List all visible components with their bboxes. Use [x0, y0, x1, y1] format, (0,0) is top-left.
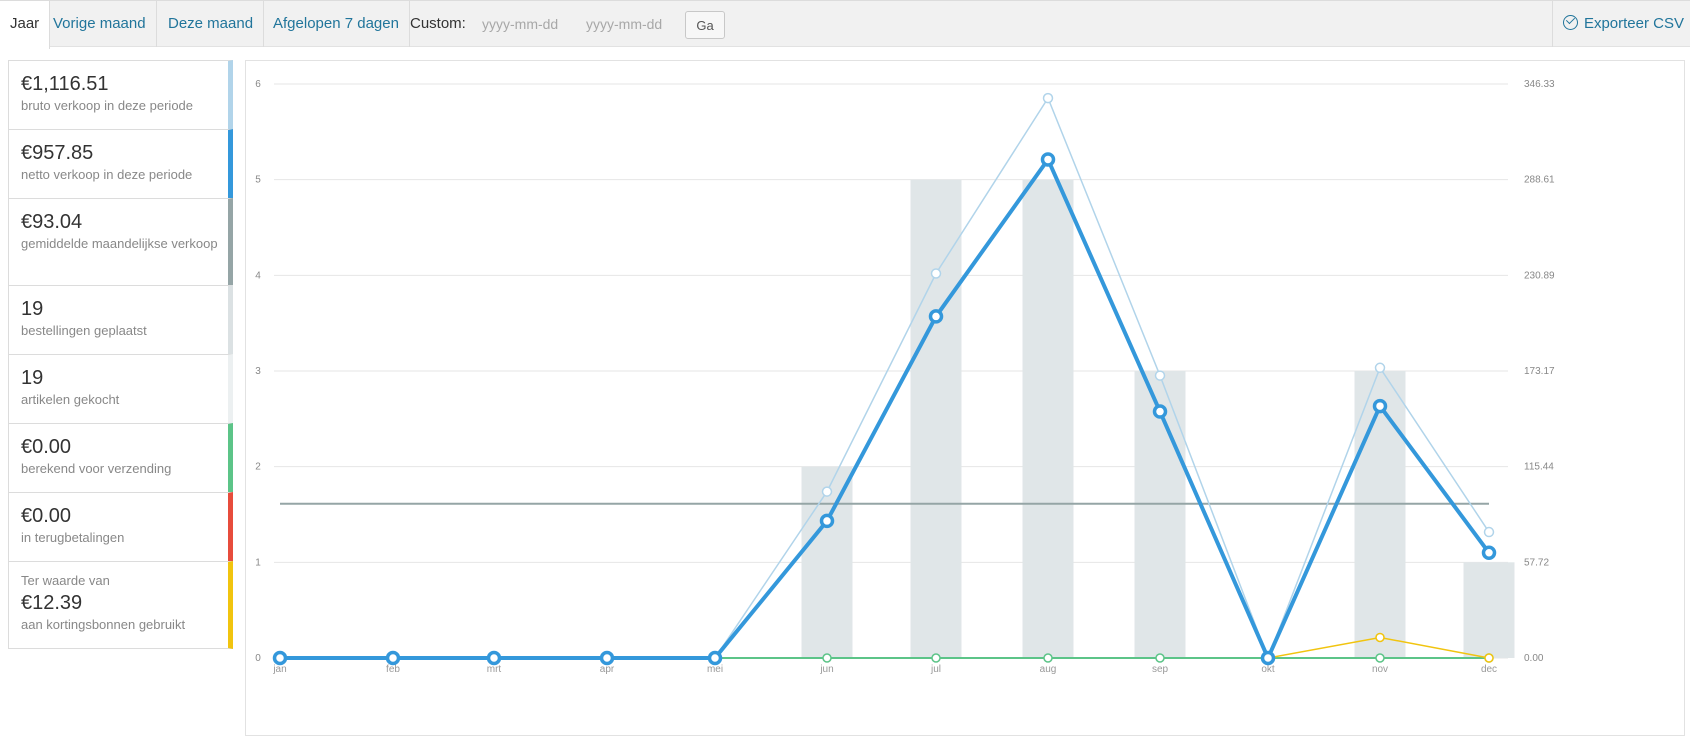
legend-amount: €0.00 — [21, 505, 72, 527]
data-point — [819, 513, 835, 529]
data-point — [599, 650, 615, 666]
download-icon — [1562, 15, 1578, 30]
legend-amount: €1,116.51 — [21, 73, 109, 95]
end-date-input[interactable] — [582, 11, 678, 37]
legend-amount: 19 — [21, 367, 44, 389]
data-point — [1375, 632, 1385, 643]
data-point — [1483, 526, 1495, 538]
legend-amount: 19 — [21, 298, 44, 320]
series-line — [280, 155, 1491, 663]
custom-range: Custom: — [410, 1, 466, 47]
tab-this-month[interactable]: Deze maand — [158, 1, 265, 47]
legend-amount: €93.04 — [21, 211, 83, 233]
left-axis-tick-label: 4 — [255, 270, 261, 281]
report-range-bar: Jaar Vorige maand Deze maand Afgelopen 7… — [0, 0, 1690, 49]
legend-description: artikelen gekocht — [21, 392, 120, 407]
data-point — [707, 650, 723, 666]
right-axis-tick-label: 346.33 — [1524, 79, 1555, 90]
legend-description: berekend voor verzending — [21, 461, 172, 476]
legend-description: netto verkoop in deze periode — [21, 167, 193, 182]
start-date-input[interactable] — [478, 11, 574, 37]
custom-label: Custom: — [410, 15, 466, 32]
x-axis-tick-label: sep — [1152, 664, 1169, 675]
legend-description: in terugbetalingen — [21, 530, 125, 545]
data-point — [1260, 650, 1276, 666]
data-point — [1372, 398, 1388, 414]
x-axis-tick-label: jan — [272, 664, 286, 675]
bar — [1022, 179, 1074, 658]
x-axis-tick-label: mrt — [487, 664, 502, 675]
tab-previous-month[interactable]: Vorige maand — [43, 1, 157, 47]
x-axis-tick-label: mei — [707, 664, 723, 675]
legend-shipping-charged[interactable]: €0.00 berekend voor verzending — [8, 423, 233, 492]
left-axis-tick-label: 5 — [255, 175, 261, 186]
tab-last-7-days[interactable]: Afgelopen 7 dagen — [263, 1, 410, 47]
data-point — [1375, 653, 1385, 663]
data-point — [1374, 362, 1386, 374]
left-axis-tick-label: 6 — [255, 79, 261, 90]
left-axis-tick-label: 2 — [255, 462, 261, 473]
bar — [1463, 562, 1515, 658]
legend-prefix: Ter waarde van — [21, 573, 110, 588]
legend-net-sales[interactable]: €957.85 netto verkoop in deze periode — [8, 129, 233, 198]
data-point — [1152, 404, 1168, 419]
data-point — [1040, 152, 1056, 167]
data-point — [1154, 370, 1166, 381]
legend-refunds[interactable]: €0.00 in terugbetalingen — [8, 492, 233, 561]
sales-chart-svg: 0 1 2 3 4 5 6 0.00 57.72 115.44 173.17 230.89 288.61… — [255, 79, 1555, 675]
data-point — [272, 650, 288, 666]
legend-orders-placed[interactable]: 19 bestellingen geplaatst — [8, 285, 233, 354]
right-axis-tick-label: 115.44 — [1524, 462, 1554, 473]
right-axis-tick-label: 57.72 — [1524, 557, 1549, 568]
x-axis-tick-label: jul — [930, 664, 941, 675]
bar — [910, 179, 962, 658]
legend-average-monthly-sales[interactable]: €93.04 gemiddelde maandelijkse verkoop — [8, 198, 233, 285]
export-csv-button[interactable]: Exporteer CSV — [1551, 1, 1690, 47]
legend-coupons-used[interactable]: Ter waarde van €12.39 aan kortingsbonnen… — [8, 561, 233, 649]
x-axis-tick-label: dec — [1481, 664, 1497, 675]
right-axis-tick-label: 288.61 — [1524, 175, 1555, 186]
data-point — [930, 268, 942, 279]
data-point — [385, 650, 401, 666]
export-csv-label: Exporteer CSV — [1583, 15, 1684, 32]
data-point — [1484, 653, 1494, 663]
right-axis-tick-label: 173.17 — [1524, 366, 1555, 377]
legend-description: bestellingen geplaatst — [21, 323, 147, 338]
data-point — [1155, 653, 1165, 663]
legend-gross-sales[interactable]: €1,116.51 bruto verkoop in deze periode — [8, 60, 233, 129]
x-axis-tick-label: feb — [386, 664, 400, 675]
x-axis-tick-label: jun — [819, 664, 833, 675]
right-axis-tick-label: 230.89 — [1524, 270, 1555, 281]
left-axis-tick-label: 0 — [255, 653, 261, 664]
x-axis-tick-label: aug — [1040, 664, 1057, 675]
data-point — [928, 309, 944, 324]
left-axis-tick-label: 3 — [255, 366, 261, 377]
legend-description: aan kortingsbonnen gebruikt — [21, 617, 186, 632]
data-point — [1042, 92, 1054, 104]
x-axis-tick-label: nov — [1372, 664, 1388, 675]
x-axis-tick-label: apr — [600, 664, 615, 675]
legend-description: gemiddelde maandelijkse verkoop — [21, 236, 218, 251]
legend-description: bruto verkoop in deze periode — [21, 98, 194, 113]
x-axis-tick-label: okt — [1261, 664, 1275, 675]
legend-amount: €0.00 — [21, 436, 72, 458]
legend-items-purchased[interactable]: 19 artikelen gekocht — [8, 354, 233, 423]
right-axis-tick-label: 0.00 — [1524, 653, 1544, 664]
data-point — [821, 486, 833, 497]
data-point — [1481, 545, 1497, 561]
data-point — [486, 650, 502, 666]
series-line — [280, 96, 1490, 661]
data-point — [822, 653, 832, 663]
go-button[interactable]: Ga — [685, 11, 725, 39]
chart-legend: €1,116.51 bruto verkoop in deze periode … — [8, 60, 233, 649]
left-axis-tick-label: 1 — [255, 557, 261, 568]
legend-amount: €12.39 — [21, 592, 83, 614]
sales-chart: 0 1 2 3 4 5 6 0.00 57.72 115.44 173.17 230.89 288.61… — [245, 60, 1685, 736]
data-point — [1043, 653, 1053, 663]
legend-amount: €957.85 — [21, 142, 94, 164]
data-point — [931, 653, 941, 663]
